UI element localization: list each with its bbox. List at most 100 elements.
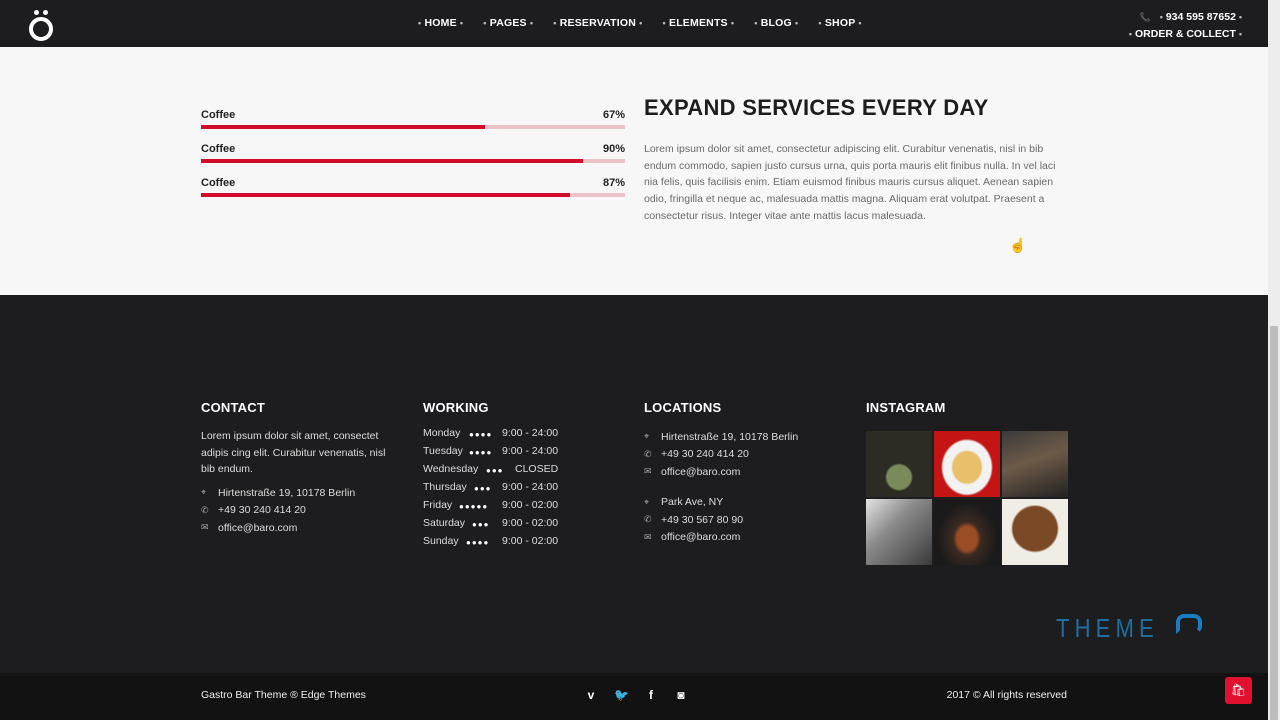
social-links: v 🐦 f ◙: [584, 688, 688, 702]
location-phone[interactable]: ✆ +49 30 240 414 20: [644, 446, 844, 464]
logo-dot: [34, 10, 39, 15]
hours-row: Thursday ●●● 9:00 - 24:00: [423, 481, 623, 499]
hours-row: Friday ●●●●● 9:00 - 02:00: [423, 499, 623, 517]
hours-separator: ●●●: [474, 484, 492, 493]
location-address: ⌖ Park Ave, NY: [644, 494, 844, 512]
instagram-grid: [866, 431, 1068, 565]
instagram-photo[interactable]: [866, 499, 932, 565]
logo-dot: [43, 10, 48, 15]
site-footer: CONTACT Lorem ipsum dolor sit amet, cons…: [0, 295, 1268, 673]
skill-label: Coffee: [201, 143, 236, 155]
hours-day: Tuesday: [423, 445, 463, 457]
site-header: • HOME • • PAGES • • RESERVATION • • ELE…: [0, 0, 1268, 47]
hours-day: Sunday: [423, 535, 459, 547]
address-text: Hirtenstraße 19, 10178 Berlin: [218, 486, 356, 499]
vimeo-icon[interactable]: v: [584, 688, 598, 702]
location-address: ⌖ Hirtenstraße 19, 10178 Berlin: [644, 428, 844, 446]
footer-contact: CONTACT Lorem ipsum dolor sit amet, cons…: [201, 400, 401, 536]
services-section: Coffee 67% Coffee 90% Coffee 87% EXPAND …: [0, 47, 1268, 295]
email-text: office@baro.com: [661, 465, 741, 478]
instagram-photo[interactable]: [934, 499, 1000, 565]
hours-time: 9:00 - 02:00: [502, 535, 559, 547]
footer-column-title: LOCATIONS: [644, 400, 722, 415]
footer-locations: LOCATIONS ⌖ Hirtenstraße 19, 10178 Berlin…: [644, 400, 844, 546]
phone-text: +49 30 567 80 90: [661, 513, 744, 526]
page-scrollbar[interactable]: [1268, 0, 1280, 720]
nav-item-elements[interactable]: • ELEMENTS •: [663, 17, 735, 29]
skill-bar: Coffee 87%: [201, 177, 625, 211]
twitter-icon[interactable]: 🐦: [614, 688, 629, 702]
header-phone[interactable]: 📞 • 934 595 87652 •: [1129, 9, 1242, 26]
nav-item-shop[interactable]: • SHOP •: [818, 17, 861, 29]
order-collect-label: ORDER & COLLECT: [1135, 28, 1236, 40]
watermark-mark-icon: [1176, 614, 1202, 634]
phone-text: +49 30 240 414 20: [661, 448, 749, 461]
location-email[interactable]: ✉ office@baro.com: [644, 529, 844, 547]
instagram-photo[interactable]: [1002, 431, 1068, 497]
nav-label: ELEMENTS: [668, 17, 728, 29]
skill-fill: [201, 125, 486, 129]
footer-bottom-bar: Gastro Bar Theme ® Edge Themes v 🐦 f ◙ 2…: [0, 673, 1268, 720]
hours-separator: ●●●●: [466, 538, 490, 547]
location-email[interactable]: ✉ office@baro.com: [644, 463, 844, 481]
hours-day: Saturday: [423, 517, 466, 529]
cart-button[interactable]: 🛍: [1225, 677, 1252, 704]
nav-label: PAGES: [489, 17, 527, 29]
instagram-photo[interactable]: [866, 431, 932, 497]
map-pin-icon: ⌖: [644, 431, 650, 442]
phone-icon: ✆: [644, 448, 652, 459]
skill-percent: 67%: [602, 109, 625, 121]
skill-bar: Coffee 90%: [201, 143, 625, 177]
nav-label: HOME: [424, 17, 457, 29]
site-logo[interactable]: [26, 5, 56, 41]
order-collect-link[interactable]: • ORDER & COLLECT •: [1129, 26, 1242, 43]
skill-fill: [201, 193, 570, 197]
hours-row: Sunday ●●●● 9:00 - 02:00: [423, 535, 623, 553]
instagram-icon[interactable]: ◙: [674, 688, 688, 702]
mail-icon: ✉: [644, 466, 652, 477]
instagram-photo[interactable]: [1002, 499, 1068, 565]
location-phone[interactable]: ✆ +49 30 567 80 90: [644, 511, 844, 529]
section-title: EXPAND SERVICES EVERY DAY: [644, 95, 989, 120]
nav-label: RESERVATION: [559, 17, 637, 29]
mail-icon: ✉: [201, 522, 209, 533]
scrollbar-thumb[interactable]: [1270, 326, 1278, 720]
hours-separator: ●●●: [472, 520, 490, 529]
skill-fill: [201, 159, 583, 163]
nav-item-blog[interactable]: • BLOG •: [754, 17, 798, 29]
contact-text: Lorem ipsum dolor sit amet, consectet ad…: [201, 430, 386, 476]
instagram-photo[interactable]: [934, 431, 1000, 497]
hours-row: Tuesday ●●●● 9:00 - 24:00: [423, 445, 623, 463]
hours-separator: ●●●: [486, 466, 504, 475]
header-widgets: 📞 • 934 595 87652 • • ORDER & COLLECT •: [1129, 9, 1242, 43]
contact-phone[interactable]: ✆ +49 30 240 414 20: [201, 501, 401, 519]
hours-time: 9:00 - 24:00: [502, 427, 559, 439]
main-nav: • HOME • • PAGES • • RESERVATION • • ELE…: [418, 17, 862, 29]
logo-ring: [29, 17, 53, 41]
phone-text: +49 30 240 414 20: [218, 504, 306, 517]
footer-instagram: INSTAGRAM: [866, 400, 1068, 565]
nav-label: BLOG: [760, 17, 792, 29]
facebook-icon[interactable]: f: [644, 688, 658, 702]
section-text: Lorem ipsum dolor sit amet, consectetur …: [644, 143, 1056, 222]
contact-email[interactable]: ✉ office@baro.com: [201, 519, 401, 537]
theme-watermark-logo: THEME: [1056, 613, 1202, 644]
skill-bar: Coffee 67%: [201, 109, 625, 143]
mail-icon: ✉: [644, 531, 652, 542]
nav-item-reservation[interactable]: • RESERVATION •: [553, 17, 642, 29]
expand-services-block: EXPAND SERVICES EVERY DAY Lorem ipsum do…: [644, 95, 1068, 225]
contact-address: ⌖ Hirtenstraße 19, 10178 Berlin: [201, 484, 401, 502]
copyright-text: 2017 © All rights reserved: [946, 689, 1067, 701]
skill-track: [201, 159, 625, 163]
skill-track: [201, 125, 625, 129]
hours-time: 9:00 - 24:00: [502, 445, 559, 457]
hours-day: Wednesday: [423, 463, 479, 475]
hours-day: Friday: [423, 499, 453, 511]
hours-time: 9:00 - 02:00: [502, 517, 559, 529]
watermark-text: THEME: [1056, 613, 1159, 643]
skill-bars: Coffee 67% Coffee 90% Coffee 87%: [201, 109, 625, 211]
nav-item-home[interactable]: • HOME •: [418, 17, 463, 29]
skill-percent: 90%: [602, 143, 625, 155]
nav-item-pages[interactable]: • PAGES •: [483, 17, 533, 29]
hours-time: 9:00 - 24:00: [502, 481, 559, 493]
